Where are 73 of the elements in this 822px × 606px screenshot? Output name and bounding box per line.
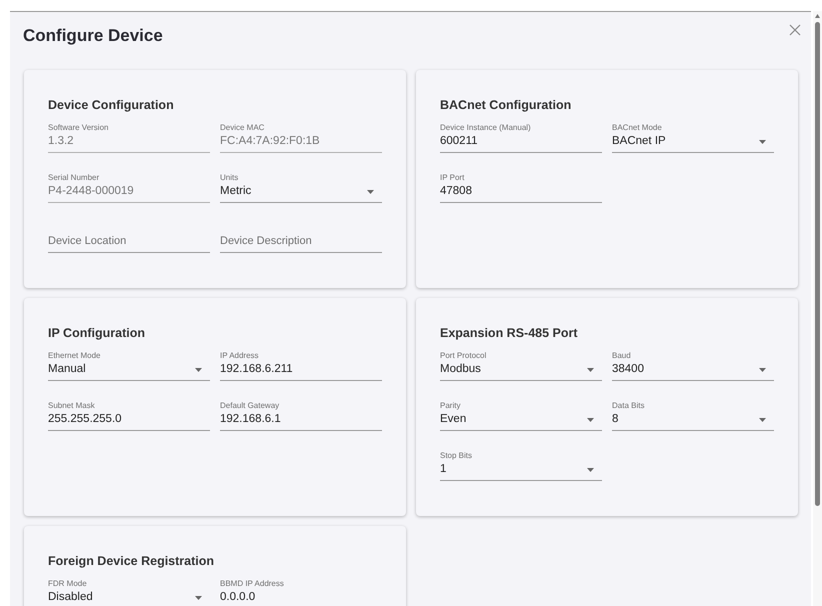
select-field[interactable]: Data Bits 8 xyxy=(612,403,774,431)
input-field[interactable]: Subnet Mask 255.255.255.0 xyxy=(48,403,210,431)
card-title: IP Configuration xyxy=(48,326,145,341)
card-title: BACnet Configuration xyxy=(440,98,572,113)
scroll-up-arrow-icon[interactable] xyxy=(815,14,820,18)
input-field[interactable]: BBMD IP Address 0.0.0.0 xyxy=(220,581,382,606)
select-value: Even xyxy=(440,413,466,425)
dropdown-caret-icon xyxy=(195,368,202,372)
dropdown-caret-icon xyxy=(587,468,594,472)
dropdown-caret-icon xyxy=(587,418,594,422)
input-field[interactable]: IP Address 192.168.6.211 xyxy=(220,353,382,381)
field-label: Device Instance (Manual) xyxy=(440,123,531,132)
select-field[interactable]: BACnet Mode BACnet IP xyxy=(612,125,774,153)
input-field[interactable]: Default Gateway 192.168.6.1 xyxy=(220,403,382,431)
field-value: 47808 xyxy=(440,185,472,197)
field-label: Subnet Mask xyxy=(48,401,95,410)
field-label: Serial Number xyxy=(48,173,100,182)
select-field[interactable]: Parity Even xyxy=(440,403,602,431)
field-value: FC:A4:7A:92:F0:1B xyxy=(220,135,320,147)
input-field[interactable]: IP Port 47808 xyxy=(440,175,602,203)
select-value: Disabled xyxy=(48,591,93,603)
field-value: 0.0.0.0 xyxy=(220,591,256,603)
field-label: BACnet Mode xyxy=(612,123,662,132)
field-label: Units xyxy=(220,173,238,182)
field-label: Port Protocol xyxy=(440,351,486,360)
scrollbar[interactable] xyxy=(813,11,822,606)
close-icon[interactable] xyxy=(789,24,801,36)
select-value: 8 xyxy=(612,413,618,425)
field-label: Data Bits xyxy=(612,401,644,410)
field-label: Stop Bits xyxy=(440,451,472,460)
field-label: Ethernet Mode xyxy=(48,351,100,360)
field-label: Parity xyxy=(440,401,460,410)
card-title: Foreign Device Registration xyxy=(48,554,214,569)
field-label: IP Port xyxy=(440,173,464,182)
select-field[interactable]: Ethernet Mode Manual xyxy=(48,353,210,381)
select-field[interactable]: Units Metric xyxy=(220,175,382,203)
field-label: Software Version xyxy=(48,123,108,132)
input-field[interactable]: Device Description xyxy=(220,225,382,253)
field-value: 192.168.6.1 xyxy=(220,413,281,425)
field-value: 255.255.255.0 xyxy=(48,413,122,425)
field-label: IP Address xyxy=(220,351,259,360)
field-value: 192.168.6.211 xyxy=(220,363,293,375)
card-title: Device Configuration xyxy=(48,98,174,113)
field-value: 1.3.2 xyxy=(48,135,74,147)
select-value: BACnet IP xyxy=(612,135,666,147)
select-value: 38400 xyxy=(612,363,644,375)
card-title: Expansion RS-485 Port xyxy=(440,326,578,341)
dropdown-caret-icon xyxy=(759,418,766,422)
dropdown-caret-icon xyxy=(587,368,594,372)
field-value: 600211 xyxy=(440,135,478,147)
input-field[interactable]: Device Instance (Manual) 600211 xyxy=(440,125,602,153)
dropdown-caret-icon xyxy=(367,190,374,194)
select-value: Manual xyxy=(48,363,86,375)
field-value: P4-2448-000019 xyxy=(48,185,134,197)
dropdown-caret-icon xyxy=(759,140,766,144)
select-field[interactable]: FDR Mode Disabled xyxy=(48,581,210,606)
input-field[interactable]: Device Location xyxy=(48,225,210,253)
select-field[interactable]: Baud 38400 xyxy=(612,353,774,381)
dropdown-caret-icon xyxy=(759,368,766,372)
field-label: Default Gateway xyxy=(220,401,280,410)
field-placeholder: Device Description xyxy=(220,235,312,247)
select-field[interactable]: Port Protocol Modbus xyxy=(440,353,602,381)
dropdown-caret-icon xyxy=(195,596,202,600)
dialog-title: Configure Device xyxy=(23,26,163,47)
field-placeholder: Device Location xyxy=(48,235,126,247)
select-value: Metric xyxy=(220,185,252,197)
select-value: 1 xyxy=(440,463,446,475)
field-label: BBMD IP Address xyxy=(220,579,284,588)
field-label: Device MAC xyxy=(220,123,264,132)
field-label: Baud xyxy=(612,351,631,360)
select-value: Modbus xyxy=(440,363,481,375)
select-field[interactable]: Stop Bits 1 xyxy=(440,453,602,481)
field-label: FDR Mode xyxy=(48,579,87,588)
